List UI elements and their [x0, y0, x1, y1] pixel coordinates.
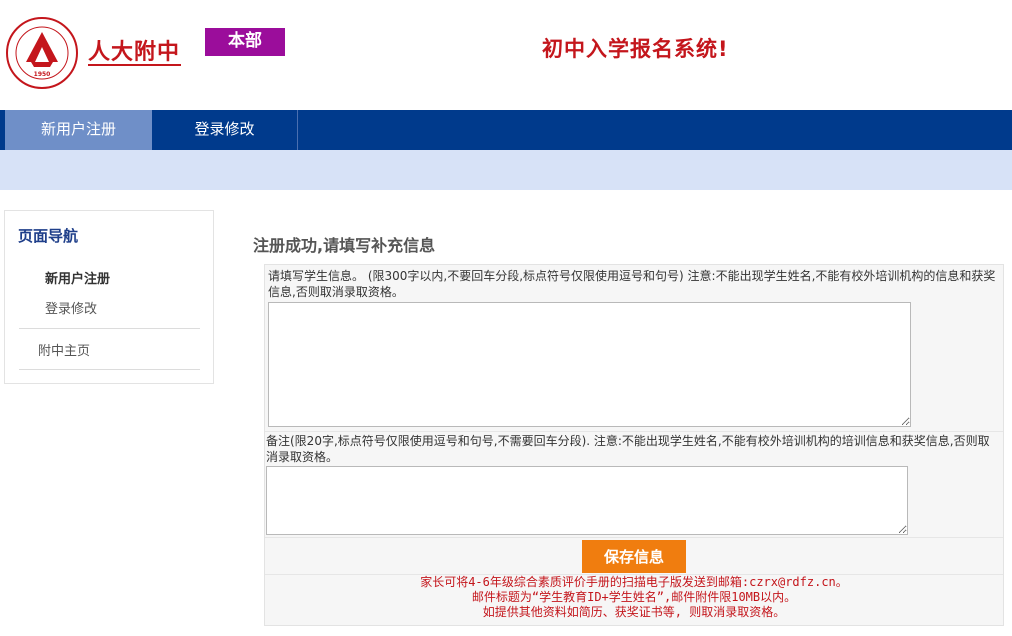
seal-year: 1950: [34, 71, 51, 78]
sidebar-divider: [19, 328, 200, 329]
top-nav: 新用户注册 登录修改: [0, 110, 1012, 150]
sidebar-title: 页面导航: [18, 227, 79, 245]
student-info-label: 请填写学生信息。 (限300字以内,不要回车分段,标点符号仅限使用逗号和句号) …: [268, 269, 996, 299]
supplement-form: 请填写学生信息。 (限300字以内,不要回车分段,标点符号仅限使用逗号和句号) …: [264, 264, 1004, 626]
row-divider: [265, 537, 1003, 538]
header: 1950 人大附中 本部 初中入学报名系统!: [0, 0, 1012, 110]
tab-new-user-register[interactable]: 新用户注册: [5, 110, 152, 150]
campus-badge: 本部: [205, 28, 285, 56]
row-divider: [265, 431, 1003, 432]
notice-line: 如提供其他资料如简历、获奖证书等, 则取消录取资格。: [482, 605, 786, 619]
remark-textarea[interactable]: [266, 466, 908, 535]
sidebar-item-login-modify[interactable]: 登录修改: [45, 298, 97, 317]
sidebar-item-home[interactable]: 附中主页: [38, 340, 90, 359]
tab-login-modify[interactable]: 登录修改: [152, 110, 298, 150]
sidebar-item-register[interactable]: 新用户注册: [45, 268, 110, 287]
save-info-button[interactable]: 保存信息: [582, 540, 686, 573]
sub-banner: [0, 150, 1012, 190]
school-name-underline: [88, 64, 181, 66]
school-seal-logo[interactable]: 1950: [5, 16, 79, 90]
system-title: 初中入学报名系统!: [542, 37, 729, 61]
student-info-textarea[interactable]: [268, 302, 911, 427]
sidebar-divider: [19, 369, 200, 370]
remark-label: 备注(限20字,标点符号仅限使用逗号和句号,不需要回车分段). 注意:不能出现学…: [266, 434, 990, 464]
page-title: 注册成功,请填写补充信息: [253, 236, 436, 255]
notice-line: 家长可将4-6年级综合素质评价手册的扫描电子版发送到邮箱:czrx@rdfz.c…: [420, 575, 848, 589]
notice-line: 邮件标题为“学生教育ID+学生姓名”,邮件附件限10MB以内。: [471, 590, 797, 604]
sidebar: 页面导航 新用户注册 登录修改 附中主页: [4, 210, 214, 384]
school-name[interactable]: 人大附中: [88, 34, 180, 66]
notice-text: 家长可将4-6年级综合素质评价手册的扫描电子版发送到邮箱:czrx@rdfz.c…: [265, 575, 1003, 620]
